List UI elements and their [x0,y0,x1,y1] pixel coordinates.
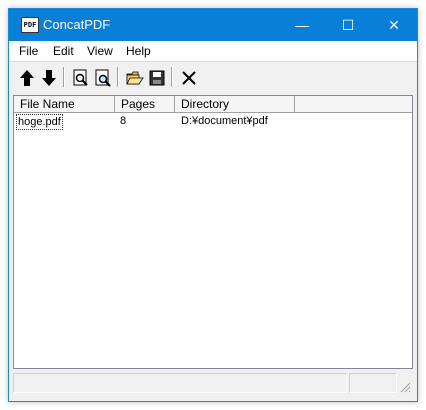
move-up-button[interactable] [15,66,37,88]
pages-cell: 8 [120,115,127,127]
save-button[interactable] [145,66,167,88]
column-header-directory[interactable]: Directory [175,96,295,112]
file-list-view[interactable]: File Name Pages Directory hoge.pdf 8 D:¥… [13,95,413,369]
menu-file[interactable]: File [19,44,38,58]
status-pane-main [13,373,347,393]
resize-grip-icon[interactable] [399,381,411,393]
list-header: File Name Pages Directory [14,96,412,113]
table-row[interactable]: hoge.pdf 8 D:¥document¥pdf [14,114,412,130]
menu-edit[interactable]: Edit [53,44,74,58]
toolbar-separator [117,67,119,87]
save-icon [149,70,165,86]
file-name-cell: hoge.pdf [16,114,63,130]
pdf-app-icon: PDF [21,17,39,33]
open-folder-icon [126,71,144,85]
preview-button[interactable] [69,66,91,88]
column-header-file-name[interactable]: File Name [14,96,115,112]
toolbar [9,61,417,96]
app-window: PDF ConcatPDF — ☐ ✕ File Edit View Help [8,8,418,402]
search-button[interactable] [91,66,113,88]
move-down-icon [42,70,56,86]
move-up-icon [20,70,34,86]
menu-bar: File Edit View Help [9,41,417,61]
column-header-empty [295,96,412,112]
toolbar-separator [171,67,173,87]
delete-icon [182,71,196,85]
toolbar-separator [63,67,65,87]
title-bar[interactable]: PDF ConcatPDF — ☐ ✕ [9,9,417,41]
close-button[interactable]: ✕ [371,9,417,41]
preview-icon [73,69,88,86]
minimize-button[interactable]: — [279,9,325,41]
column-header-pages[interactable]: Pages [115,96,175,112]
search-icon [95,69,111,87]
status-bar [13,373,413,395]
directory-cell: D:¥document¥pdf [181,115,268,127]
menu-view[interactable]: View [87,44,113,58]
window-title: ConcatPDF [43,17,111,32]
open-button[interactable] [123,66,145,88]
status-pane-secondary [349,373,397,393]
maximize-button[interactable]: ☐ [325,9,371,41]
move-down-button[interactable] [37,66,59,88]
delete-button[interactable] [177,66,199,88]
menu-help[interactable]: Help [126,44,151,58]
